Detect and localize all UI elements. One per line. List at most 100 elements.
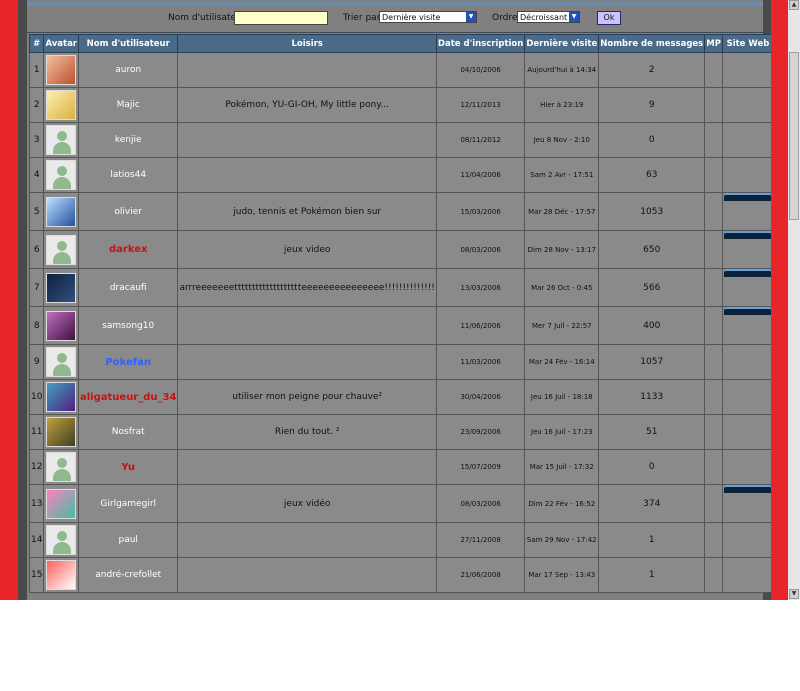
- browser-viewport: Nom d'utilisateur Trier par Dernière vis…: [0, 0, 800, 600]
- username-link[interactable]: latios44: [77, 157, 179, 193]
- member-list-table: # Avatar Nom d'utilisateur Loisirs Date d'in…: [28, 34, 774, 593]
- order-value: Décroissant: [520, 13, 568, 22]
- avatar-anime-icon[interactable]: [46, 310, 77, 341]
- username-link[interactable]: samsong10: [77, 306, 179, 345]
- default-avatar-icon[interactable]: [46, 525, 77, 555]
- scroll-down-icon[interactable]: ▼: [789, 589, 799, 599]
- avatar-cell: [43, 557, 79, 593]
- col-number-header: #: [28, 34, 45, 53]
- website-cell: [721, 268, 774, 307]
- post-count: 374: [598, 484, 706, 523]
- avatar-body-shape: [53, 251, 72, 264]
- vertical-scrollbar[interactable]: ▲ ▼: [788, 0, 800, 600]
- pm-cell: [704, 87, 723, 123]
- joined-date: 04/10/2006: [435, 52, 526, 88]
- avatar-creature-icon[interactable]: [46, 417, 77, 447]
- avatar-cell: [43, 268, 79, 307]
- avatar-ice-icon[interactable]: [46, 196, 77, 227]
- last-visit: Sam 29 Nov - 17:42: [524, 522, 600, 558]
- username-link[interactable]: Yu: [77, 449, 179, 485]
- row-number: 12: [28, 449, 45, 485]
- hobbies-cell: jeux vidéo: [177, 484, 437, 523]
- table-row: 15 andré-crefollet 21/06/2008 Mar 17 Sep - …: [28, 557, 774, 593]
- username-link[interactable]: aligatueur_du_34: [77, 379, 179, 415]
- post-count: 1: [598, 522, 706, 558]
- username-link[interactable]: kenjie: [77, 122, 179, 158]
- hobbies-cell: [177, 449, 437, 485]
- username-link[interactable]: dracaufi: [77, 268, 179, 307]
- username-link[interactable]: paul: [77, 522, 179, 558]
- default-avatar-icon[interactable]: [46, 347, 77, 377]
- avatar-cell: [43, 122, 79, 158]
- hobbies-cell: arrreeeeeeettttttttttttttttttteeeeeeeeee…: [177, 268, 437, 307]
- post-count: 1133: [598, 379, 706, 415]
- avatar-colorful-icon[interactable]: [46, 488, 77, 519]
- joined-date: 30/04/2006: [435, 379, 526, 415]
- avatar-pokemon-icon[interactable]: [46, 90, 77, 120]
- row-number: 5: [28, 192, 45, 231]
- pm-cell: [704, 157, 723, 193]
- scroll-up-icon[interactable]: ▲: [789, 0, 799, 10]
- col-pm-header: MP: [704, 34, 723, 53]
- username-link[interactable]: Pokefan: [77, 344, 179, 380]
- username-filter-input[interactable]: [234, 11, 328, 25]
- default-avatar-icon[interactable]: [46, 234, 77, 265]
- chevron-down-icon: ▼: [569, 12, 579, 22]
- website-button[interactable]: [723, 485, 772, 493]
- avatar-cell: [43, 449, 79, 485]
- pm-cell: [704, 557, 723, 593]
- pm-cell: [704, 522, 723, 558]
- website-button[interactable]: [723, 307, 772, 315]
- post-count: 63: [598, 157, 706, 193]
- avatar-cell: [43, 192, 79, 231]
- avatar-red-icon[interactable]: [46, 560, 77, 590]
- row-number: 4: [28, 157, 45, 193]
- col-avatar-header: Avatar: [43, 34, 79, 53]
- username-link[interactable]: Nosfrat: [77, 414, 179, 450]
- avatar-head-shape: [57, 531, 68, 541]
- ok-button[interactable]: Ok: [597, 11, 621, 25]
- avatar-monster-icon[interactable]: [46, 382, 77, 412]
- website-button[interactable]: [723, 231, 772, 239]
- username-link[interactable]: auron: [77, 52, 179, 88]
- table-row: 8 samsong10 11/06/2006 Mer 7 Juil - 22:57 40…: [28, 306, 774, 345]
- last-visit: Hier à 23:19: [524, 87, 600, 123]
- username-link[interactable]: olivier: [77, 192, 179, 231]
- pm-cell: [704, 306, 723, 345]
- avatar-body-shape: [53, 177, 72, 189]
- default-avatar-icon[interactable]: [46, 160, 77, 190]
- sort-by-value: Dernière visite: [382, 13, 441, 22]
- scrollbar-thumb[interactable]: [789, 52, 799, 220]
- hobbies-cell: [177, 122, 437, 158]
- username-link[interactable]: Girlgamegirl: [77, 484, 179, 523]
- table-row: 9 Pokefan 11/03/2006 Mar 24 Fév - 16:14 1057: [28, 344, 774, 380]
- joined-date: 11/03/2006: [435, 344, 526, 380]
- website-button[interactable]: [723, 193, 772, 201]
- row-number: 13: [28, 484, 45, 523]
- avatar-head-shape: [57, 458, 68, 468]
- post-count: 2: [598, 52, 706, 88]
- hobbies-cell: judo, tennis et Pokémon bien sur: [177, 192, 437, 231]
- post-count: 0: [598, 122, 706, 158]
- pm-cell: [704, 52, 723, 88]
- default-avatar-icon[interactable]: [46, 452, 77, 482]
- table-row: 1 auron 04/10/2006 Aujourd'hui à 14:34 2: [28, 52, 774, 88]
- last-visit: Mar 28 Déc - 17:57: [524, 192, 600, 231]
- joined-date: 08/03/2006: [435, 484, 526, 523]
- username-link[interactable]: andré-crefollet: [77, 557, 179, 593]
- avatar-body-shape: [53, 542, 72, 554]
- order-select[interactable]: Décroissant ▼: [517, 11, 580, 23]
- avatar-photo-icon[interactable]: [46, 55, 77, 85]
- avatar-dark-icon[interactable]: [46, 272, 77, 303]
- table-row: 5 olivier judo, tennis et Pokémon bien sur…: [28, 192, 774, 231]
- website-cell: [721, 379, 774, 415]
- sort-by-select[interactable]: Dernière visite ▼: [379, 11, 477, 23]
- website-button[interactable]: [723, 269, 772, 277]
- joined-date: 08/03/2006: [435, 230, 526, 269]
- hobbies-cell: Rien du tout. ²: [177, 414, 437, 450]
- last-visit: Jeu 16 Juil - 18:18: [524, 379, 600, 415]
- username-link[interactable]: darkex: [77, 230, 179, 269]
- username-link[interactable]: Majic: [77, 87, 179, 123]
- table-row: 14 paul 27/11/2008 Sam 29 Nov - 17:42 1: [28, 522, 774, 558]
- default-avatar-icon[interactable]: [46, 125, 77, 155]
